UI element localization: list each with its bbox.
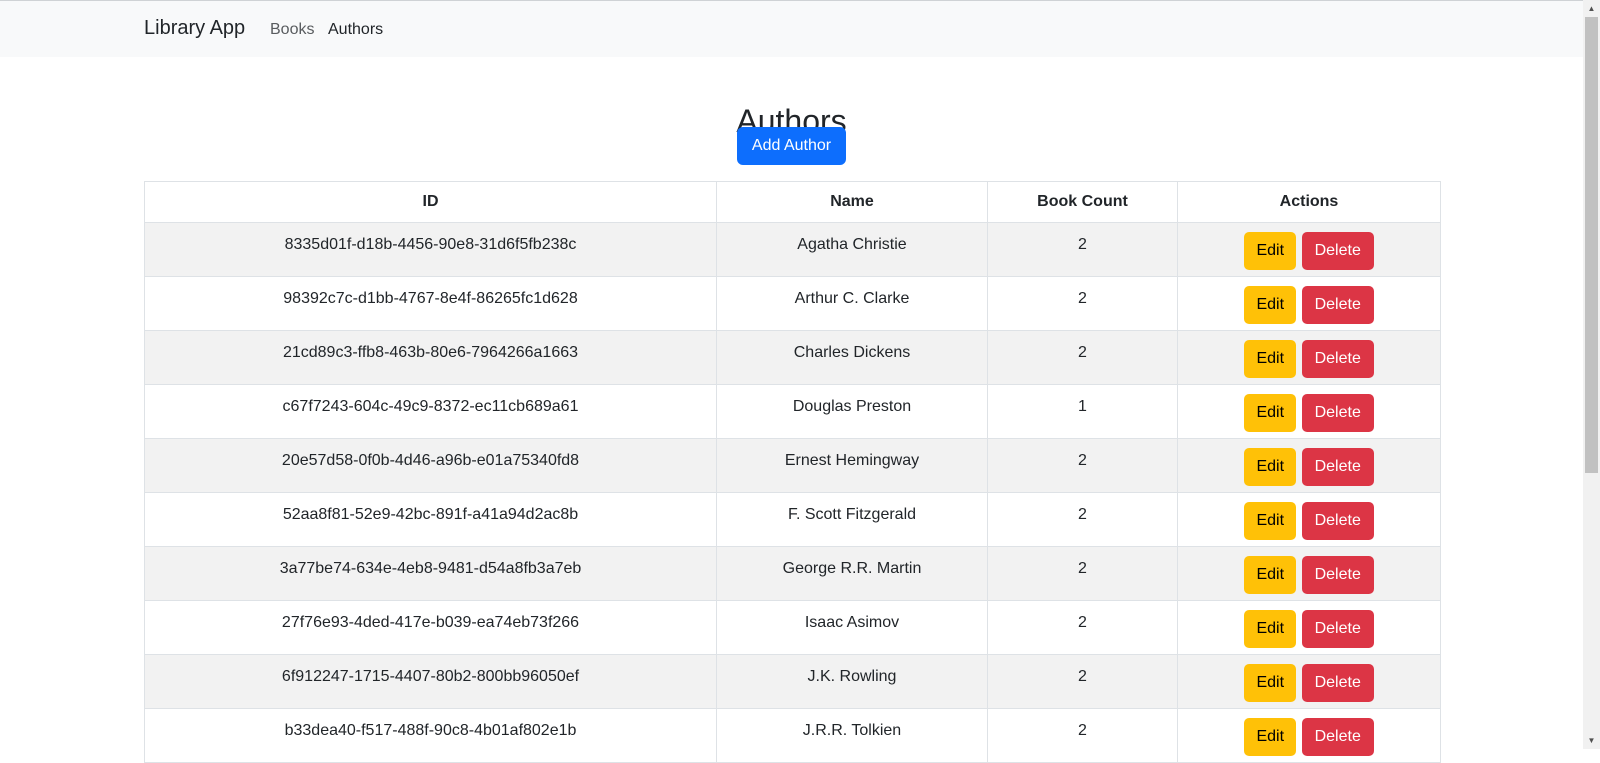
table-row: 52aa8f81-52e9-42bc-891f-a41a94d2ac8b F. S…	[144, 492, 1441, 547]
nav-link-authors[interactable]: Authors	[328, 21, 383, 39]
cell-book-count: 2	[987, 276, 1178, 331]
cell-name: Charles Dickens	[716, 330, 988, 385]
edit-button[interactable]: Edit	[1244, 502, 1297, 540]
cell-actions: Edit Delete	[1177, 276, 1441, 331]
cell-actions: Edit Delete	[1177, 438, 1441, 493]
cell-actions: Edit Delete	[1177, 600, 1441, 655]
nav-link-books[interactable]: Books	[270, 21, 314, 39]
cell-actions: Edit Delete	[1177, 654, 1441, 709]
delete-button[interactable]: Delete	[1301, 232, 1374, 270]
edit-button[interactable]: Edit	[1244, 448, 1297, 486]
authors-table: ID Name Book Count Actions 8335d01f-d18b…	[144, 181, 1441, 763]
cell-name: J.K. Rowling	[716, 654, 988, 709]
cell-name: Agatha Christie	[716, 222, 988, 277]
edit-button[interactable]: Edit	[1244, 340, 1297, 378]
vertical-scrollbar[interactable]: ▲ ▼	[1583, 0, 1600, 749]
delete-button[interactable]: Delete	[1301, 610, 1374, 648]
cell-book-count: 2	[987, 708, 1178, 763]
delete-button[interactable]: Delete	[1301, 394, 1374, 432]
cell-book-count: 2	[987, 330, 1178, 385]
cell-actions: Edit Delete	[1177, 708, 1441, 763]
cell-book-count: 2	[987, 600, 1178, 655]
cell-actions: Edit Delete	[1177, 546, 1441, 601]
edit-button[interactable]: Edit	[1244, 232, 1297, 270]
delete-button[interactable]: Delete	[1301, 340, 1374, 378]
cell-id: 3a77be74-634e-4eb8-9481-d54a8fb3a7eb	[144, 546, 717, 601]
table-row: 20e57d58-0f0b-4d46-a96b-e01a75340fd8 Erne…	[144, 438, 1441, 493]
cell-name: George R.R. Martin	[716, 546, 988, 601]
table-row: b33dea40-f517-488f-90c8-4b01af802e1b J.R.…	[144, 708, 1441, 763]
cell-name: Douglas Preston	[716, 384, 988, 439]
table-row: 98392c7c-d1bb-4767-8e4f-86265fc1d628 Arth…	[144, 276, 1441, 331]
delete-button[interactable]: Delete	[1301, 286, 1374, 324]
navbar-brand[interactable]: Library App	[144, 17, 245, 40]
cell-book-count: 1	[987, 384, 1178, 439]
cell-name: Arthur C. Clarke	[716, 276, 988, 331]
cell-book-count: 2	[987, 222, 1178, 277]
table-row: 27f76e93-4ded-417e-b039-ea74eb73f266 Isaa…	[144, 600, 1441, 655]
cell-name: F. Scott Fitzgerald	[716, 492, 988, 547]
cell-name: J.R.R. Tolkien	[716, 708, 988, 763]
header-id: ID	[144, 181, 717, 223]
cell-id: 52aa8f81-52e9-42bc-891f-a41a94d2ac8b	[144, 492, 717, 547]
edit-button[interactable]: Edit	[1244, 286, 1297, 324]
scroll-up-arrow-icon[interactable]: ▲	[1583, 0, 1600, 17]
delete-button[interactable]: Delete	[1301, 448, 1374, 486]
add-author-button[interactable]: Add Author	[737, 127, 846, 165]
cell-id: b33dea40-f517-488f-90c8-4b01af802e1b	[144, 708, 717, 763]
cell-book-count: 2	[987, 546, 1178, 601]
table-row: 6f912247-1715-4407-80b2-800bb96050ef J.K.…	[144, 654, 1441, 709]
cell-book-count: 2	[987, 492, 1178, 547]
table-header: ID Name Book Count Actions	[144, 181, 1441, 223]
delete-button[interactable]: Delete	[1301, 664, 1374, 702]
cell-book-count: 2	[987, 654, 1178, 709]
cell-book-count: 2	[987, 438, 1178, 493]
cell-actions: Edit Delete	[1177, 384, 1441, 439]
table-body: 8335d01f-d18b-4456-90e8-31d6f5fb238c Agat…	[144, 222, 1441, 763]
delete-button[interactable]: Delete	[1301, 556, 1374, 594]
cell-id: 98392c7c-d1bb-4767-8e4f-86265fc1d628	[144, 276, 717, 331]
edit-button[interactable]: Edit	[1244, 610, 1297, 648]
edit-button[interactable]: Edit	[1244, 718, 1297, 756]
edit-button[interactable]: Edit	[1244, 664, 1297, 702]
table-row: 8335d01f-d18b-4456-90e8-31d6f5fb238c Agat…	[144, 222, 1441, 277]
edit-button[interactable]: Edit	[1244, 556, 1297, 594]
cell-id: 20e57d58-0f0b-4d46-a96b-e01a75340fd8	[144, 438, 717, 493]
delete-button[interactable]: Delete	[1301, 502, 1374, 540]
table-row: 3a77be74-634e-4eb8-9481-d54a8fb3a7eb Geor…	[144, 546, 1441, 601]
cell-id: 6f912247-1715-4407-80b2-800bb96050ef	[144, 654, 717, 709]
cell-id: c67f7243-604c-49c9-8372-ec11cb689a61	[144, 384, 717, 439]
cell-actions: Edit Delete	[1177, 330, 1441, 385]
cell-id: 27f76e93-4ded-417e-b039-ea74eb73f266	[144, 600, 717, 655]
delete-button[interactable]: Delete	[1301, 718, 1374, 756]
table-row: c67f7243-604c-49c9-8372-ec11cb689a61 Doug…	[144, 384, 1441, 439]
cell-id: 8335d01f-d18b-4456-90e8-31d6f5fb238c	[144, 222, 717, 277]
navbar: Library App Books Authors	[0, 1, 1583, 57]
cell-actions: Edit Delete	[1177, 222, 1441, 277]
cell-name: Ernest Hemingway	[716, 438, 988, 493]
table-row: 21cd89c3-ffb8-463b-80e6-7964266a1663 Char…	[144, 330, 1441, 385]
cell-actions: Edit Delete	[1177, 492, 1441, 547]
cell-name: Isaac Asimov	[716, 600, 988, 655]
edit-button[interactable]: Edit	[1244, 394, 1297, 432]
cell-id: 21cd89c3-ffb8-463b-80e6-7964266a1663	[144, 330, 717, 385]
header-actions: Actions	[1177, 181, 1441, 223]
scrollbar-thumb[interactable]	[1585, 17, 1598, 473]
header-name: Name	[716, 181, 988, 223]
header-book-count: Book Count	[987, 181, 1178, 223]
scroll-down-arrow-icon[interactable]: ▼	[1583, 732, 1600, 749]
